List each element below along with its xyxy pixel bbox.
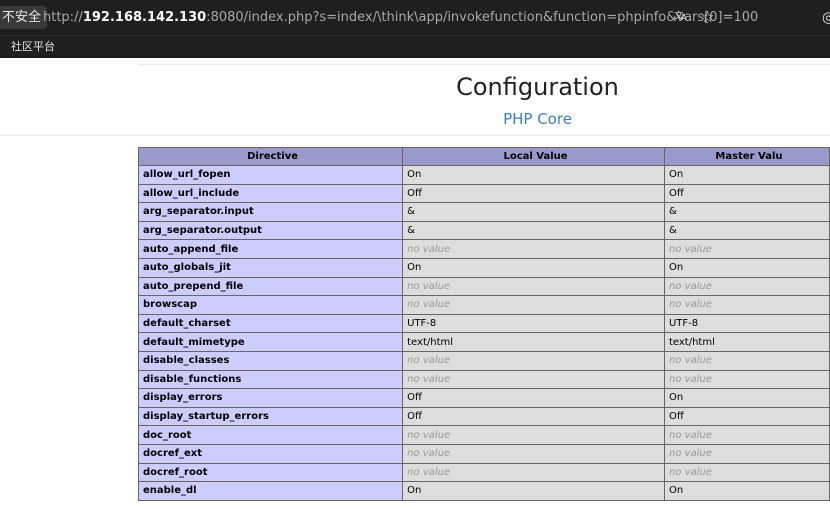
master-value-cell: UTF-8: [663, 313, 830, 334]
master-value-cell: text/html: [663, 332, 830, 352]
directive-cell: disable_functions: [137, 369, 404, 390]
section-link-php-core[interactable]: PHP Core: [420, 110, 655, 128]
master-value-cell: On: [663, 388, 830, 408]
local-value-cell: On: [402, 257, 665, 278]
local-value-cell: no value: [402, 239, 665, 259]
table-row: default_charset UTF-8 UTF-8: [137, 313, 830, 334]
table-row: auto_prepend_file no value no value: [137, 276, 830, 297]
header-directive: Directive: [137, 147, 404, 166]
directive-cell: doc_root: [137, 425, 404, 445]
local-value-cell: no value: [402, 462, 665, 483]
master-value-cell: no value: [663, 276, 830, 297]
master-value-cell: no value: [663, 295, 830, 315]
directive-cell: enable_dl: [137, 481, 404, 501]
header-master-value: Master Valu: [663, 147, 830, 166]
master-value-cell: Off: [663, 183, 830, 204]
security-indicator[interactable]: 不安全: [0, 6, 48, 29]
local-value-cell: Off: [402, 406, 665, 427]
local-value-cell: &: [402, 202, 665, 222]
header-local-value: Local Value: [402, 147, 665, 166]
directive-cell: auto_globals_jit: [137, 257, 404, 278]
master-value-cell: no value: [663, 443, 830, 464]
table-row: auto_append_file no value no value: [137, 239, 830, 259]
table-row: arg_separator.input & &: [137, 202, 830, 222]
bookmark-item[interactable]: 社区平台: [0, 36, 55, 58]
table-row: auto_globals_jit On On: [137, 257, 830, 278]
directive-cell: arg_separator.input: [137, 202, 404, 222]
table-row: allow_url_include Off Off: [137, 183, 830, 204]
master-value-cell: Off: [663, 406, 830, 427]
local-value-cell: no value: [402, 425, 665, 445]
account-icon[interactable]: ◎: [822, 0, 830, 35]
divider: [138, 64, 830, 65]
table-header-row: Directive Local Value Master Valu: [137, 147, 830, 166]
local-value-cell: Off: [402, 388, 665, 408]
table-row: doc_root no value no value: [137, 425, 830, 445]
local-value-cell: On: [402, 481, 665, 501]
local-value-cell: no value: [402, 350, 665, 371]
address-bar-actions: 文A ☆: [670, 0, 719, 35]
directive-cell: disable_classes: [137, 350, 404, 371]
star-icon[interactable]: ☆: [697, 0, 719, 35]
page-title: Configuration: [456, 73, 619, 101]
url-host: 192.168.142.130: [82, 10, 207, 25]
master-value-cell: no value: [663, 350, 830, 371]
address-bar[interactable]: http://192.168.142.130:8080/index.php?s=…: [43, 0, 758, 35]
local-value-cell: no value: [402, 443, 665, 464]
local-value-cell: no value: [402, 369, 665, 390]
bookmark-label: 社区平台: [11, 40, 55, 53]
table-row: display_errors Off On: [137, 388, 830, 408]
translate-icon[interactable]: 文A: [670, 0, 692, 35]
table-row: default_mimetype text/html text/html: [137, 332, 830, 352]
directive-cell: display_startup_errors: [137, 406, 404, 427]
table-row: disable_classes no value no value: [137, 350, 830, 371]
directive-cell: display_errors: [137, 388, 404, 408]
local-value-cell: no value: [402, 295, 665, 315]
master-value-cell: On: [663, 257, 830, 278]
master-value-cell: &: [663, 202, 830, 222]
table-row: display_startup_errors Off Off: [137, 406, 830, 427]
local-value-cell: no value: [402, 276, 665, 297]
local-value-cell: text/html: [402, 332, 665, 352]
directive-cell: allow_url_include: [137, 183, 404, 204]
url-prefix: http://: [43, 10, 83, 25]
directive-cell: docref_ext: [137, 443, 404, 464]
master-value-cell: no value: [663, 425, 830, 445]
bookmarks-bar: 社区平台: [0, 35, 830, 58]
config-table: Directive Local Value Master Valu allow_…: [137, 147, 830, 501]
local-value-cell: UTF-8: [402, 313, 665, 334]
directive-cell: default_mimetype: [137, 332, 404, 352]
directive-cell: docref_root: [137, 462, 404, 483]
directive-cell: arg_separator.output: [137, 220, 404, 241]
divider: [0, 135, 830, 136]
master-value-cell: On: [663, 165, 830, 185]
directive-cell: default_charset: [137, 313, 404, 334]
table-row: disable_functions no value no value: [137, 369, 830, 390]
table-row: docref_root no value no value: [137, 462, 830, 483]
directive-cell: allow_url_fopen: [137, 165, 404, 185]
directive-cell: auto_prepend_file: [137, 276, 404, 297]
browser-toolbar: 不安全 http://192.168.142.130:8080/index.ph…: [0, 0, 830, 35]
master-value-cell: no value: [663, 239, 830, 259]
local-value-cell: &: [402, 220, 665, 241]
svg-text:A: A: [681, 13, 687, 22]
master-value-cell: no value: [663, 462, 830, 483]
local-value-cell: On: [402, 165, 665, 185]
master-value-cell: On: [663, 481, 830, 501]
table-row: docref_ext no value no value: [137, 443, 830, 464]
directive-cell: auto_append_file: [137, 239, 404, 259]
page-content: Configuration PHP Core Directive Local V…: [0, 58, 830, 509]
local-value-cell: Off: [402, 183, 665, 204]
master-value-cell: no value: [663, 369, 830, 390]
table-row: allow_url_fopen On On: [137, 165, 830, 185]
table-row: arg_separator.output & &: [137, 220, 830, 241]
table-row: enable_dl On On: [137, 481, 830, 501]
table-row: browscap no value no value: [137, 295, 830, 315]
table-body: allow_url_fopen On On allow_url_include Off O…: [137, 165, 830, 501]
directive-cell: browscap: [137, 295, 404, 315]
master-value-cell: &: [663, 220, 830, 241]
